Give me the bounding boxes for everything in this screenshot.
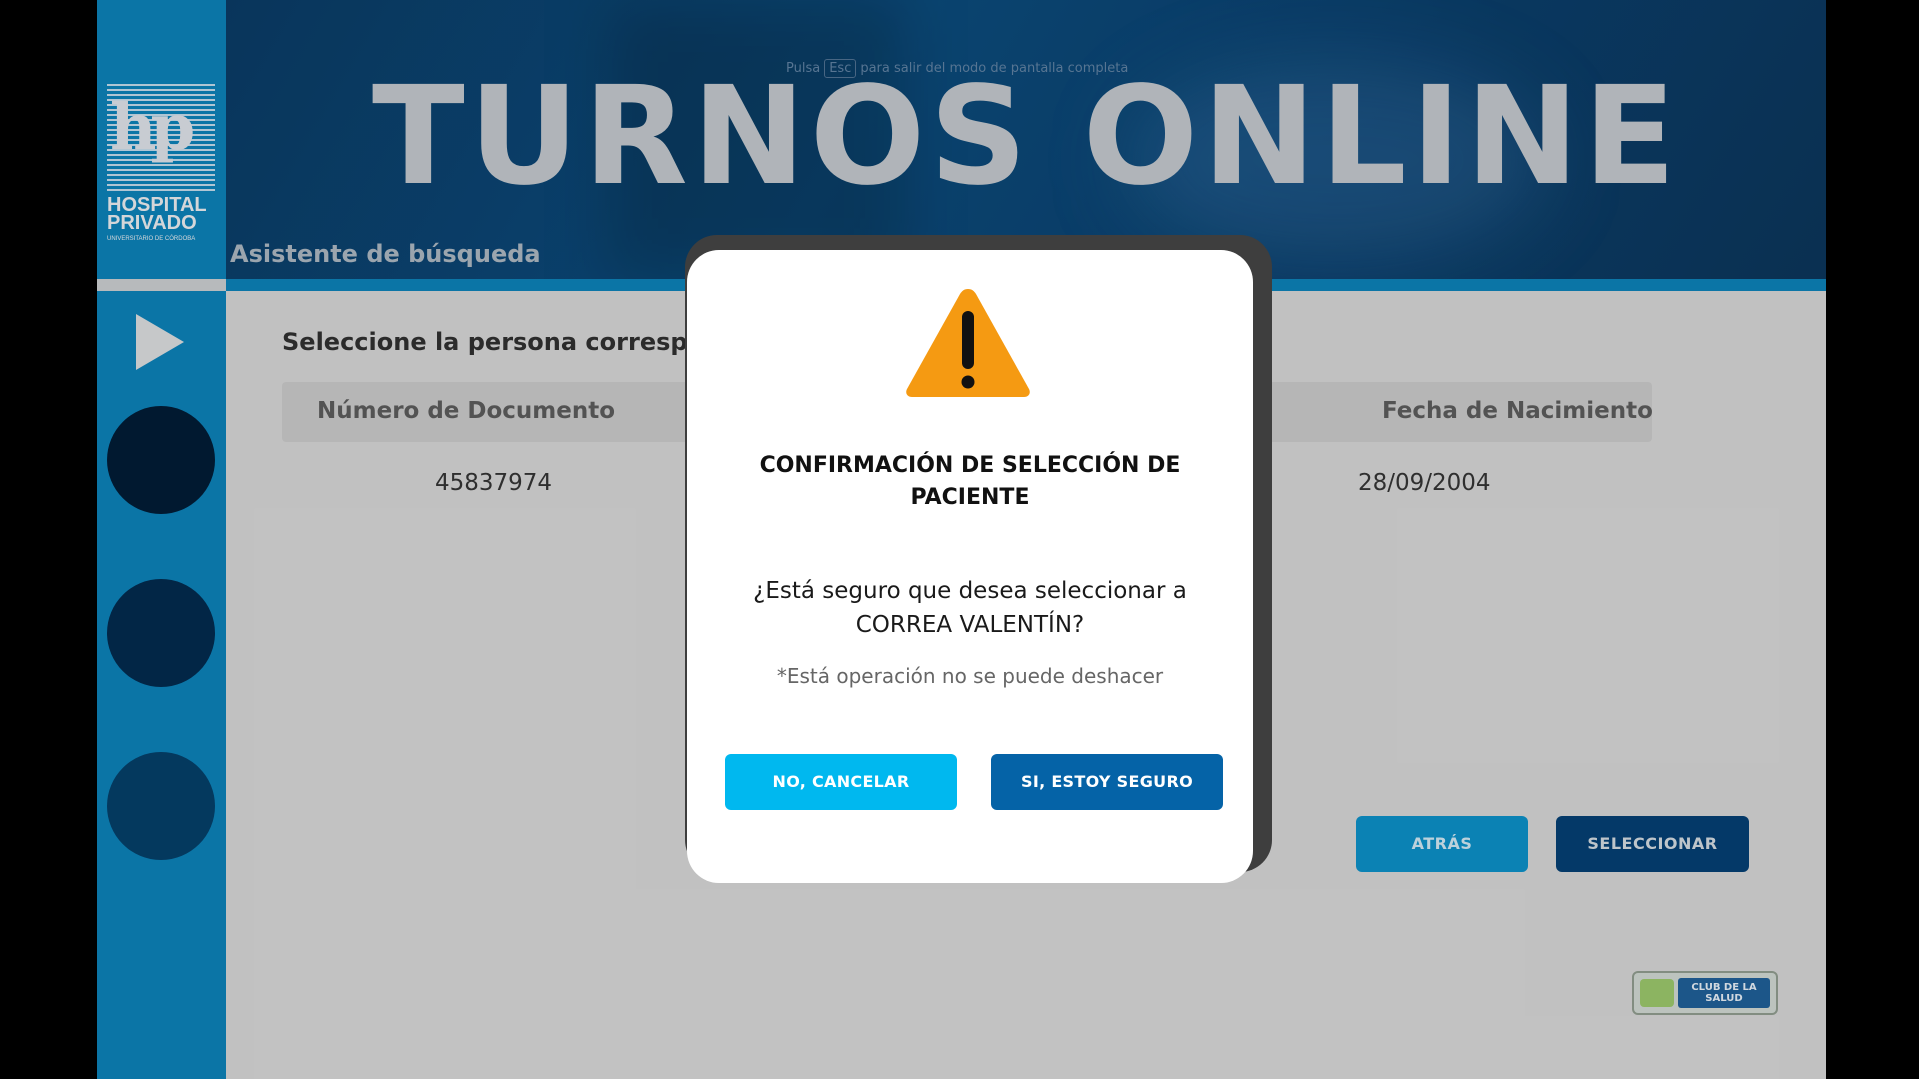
sidebar: hp HOSPITAL PRIVADO UNIVERSITARIO DE CÓR… [97, 0, 226, 1079]
step-circle-1[interactable] [107, 406, 215, 514]
confirm-button[interactable]: SI, ESTOY SEGURO [991, 754, 1223, 810]
dialog-note: *Está operación no se puede deshacer [776, 664, 1164, 688]
dialog-patient-name: CORREA VALENTÍN? [855, 612, 1085, 638]
logo-subtitle: UNIVERSITARIO DE CÓRDOBA [107, 236, 196, 242]
club-logo-label: CLUB DE LA SALUD [1678, 978, 1770, 1008]
cancel-button[interactable]: NO, CANCELAR [725, 754, 957, 810]
cell-fecha-nacimiento[interactable]: 28/09/2004 [1358, 470, 1491, 496]
header-divider-sidebar [97, 279, 226, 291]
page-title: TURNOS ONLINE [371, 58, 1681, 216]
app-window: hp HOSPITAL PRIVADO UNIVERSITARIO DE CÓR… [97, 0, 1826, 1079]
column-header-documento: Número de Documento [317, 398, 616, 424]
club-de-la-salud-logo[interactable]: CLUB DE LA SALUD [1634, 973, 1776, 1013]
step-circle-3[interactable] [107, 752, 215, 860]
dialog-question-line1: ¿Está seguro que desea seleccionar a [753, 578, 1187, 604]
select-button[interactable]: SELECCIONAR [1556, 816, 1749, 872]
play-icon[interactable] [136, 314, 184, 370]
page-subtitle: Asistente de búsqueda [230, 240, 541, 268]
selection-prompt: Seleccione la persona correspo [282, 328, 705, 356]
dialog-title: CONFIRMACIÓN DE SELECCIÓN DE PACIENTE [759, 453, 1181, 510]
cell-documento[interactable]: 45837974 [435, 470, 552, 496]
confirmation-dialog: CONFIRMACIÓN DE SELECCIÓN DE PACIENTE ¿E… [687, 250, 1253, 883]
fullscreen-hint: Pulsa Esc para salir del modo de pantalla … [786, 59, 1128, 78]
warning-icon [906, 289, 1030, 397]
club-leaf-icon [1640, 979, 1674, 1007]
esc-key: Esc [824, 59, 857, 78]
column-header-fecha: Fecha de Nacimiento [1382, 398, 1653, 424]
dialog-question: ¿Está seguro que desea seleccionar a COR… [727, 574, 1213, 642]
hospital-logo[interactable]: hp HOSPITAL PRIVADO UNIVERSITARIO DE CÓR… [107, 84, 215, 244]
fullscreen-hint-before: Pulsa [786, 61, 821, 76]
back-button[interactable]: ATRÁS [1356, 816, 1528, 872]
logo-monogram: hp [110, 90, 195, 165]
step-circle-2[interactable] [107, 579, 215, 687]
fullscreen-hint-after: para salir del modo de pantalla completa [860, 61, 1129, 76]
logo-name: HOSPITAL PRIVADO [107, 194, 207, 234]
